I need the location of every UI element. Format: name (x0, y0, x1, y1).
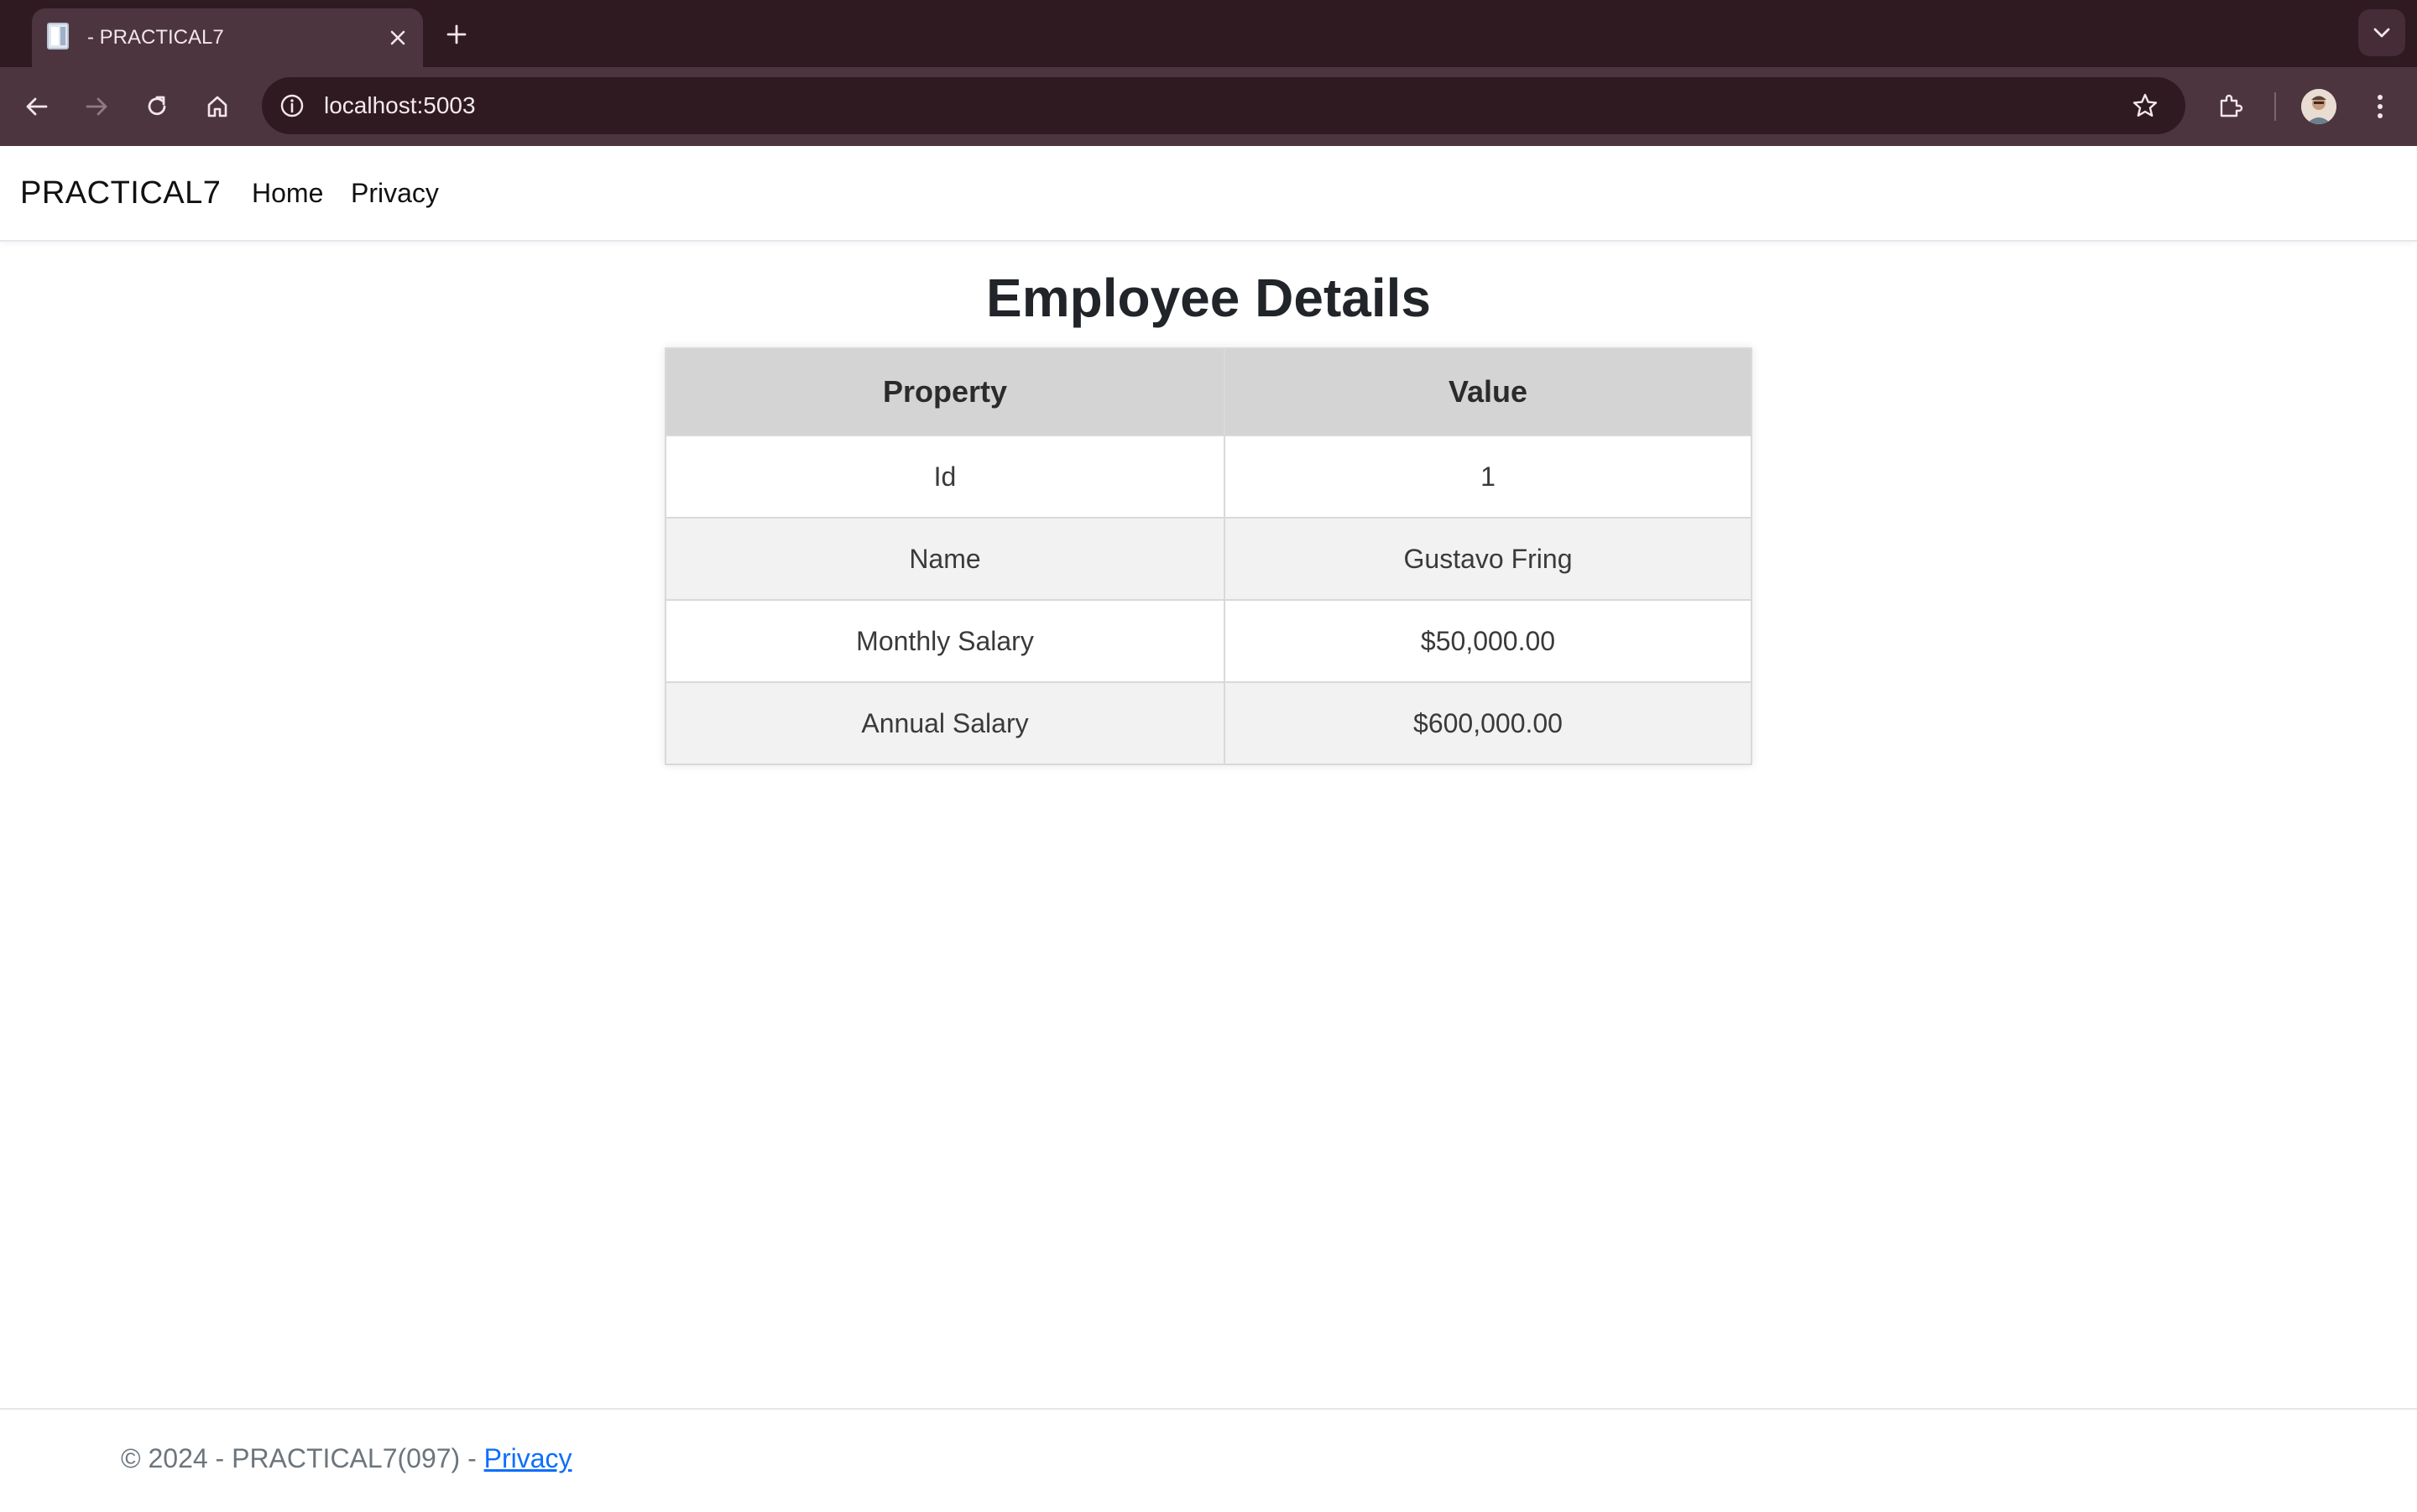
property-cell: Name (665, 517, 1225, 601)
address-bar[interactable]: localhost:5003 (262, 77, 2185, 134)
browser-tab[interactable]: - PRACTICAL7 (32, 8, 423, 67)
site-footer: © 2024 - PRACTICAL7(097) - Privacy (0, 1408, 2417, 1512)
table-row: Monthly Salary $50,000.00 (665, 599, 1752, 683)
tab-title: - PRACTICAL7 (87, 26, 224, 49)
page-title: Employee Details (986, 268, 1431, 328)
table-row: Id 1 (665, 435, 1752, 519)
new-tab-icon[interactable] (440, 18, 473, 51)
value-cell: $50,000.00 (1224, 599, 1752, 683)
footer-text-block: © 2024 - PRACTICAL7(097) - Privacy (121, 1443, 572, 1474)
tab-search-chevron-icon[interactable] (2358, 9, 2405, 56)
value-cell: $600,000.00 (1224, 681, 1752, 765)
employee-details-table: Property Value Id 1 Name Gustavo Fring M… (665, 347, 1752, 765)
forward-arrow-icon[interactable] (77, 87, 116, 126)
close-tab-icon[interactable] (383, 23, 413, 53)
extensions-icon[interactable] (2211, 87, 2249, 126)
reload-icon[interactable] (138, 87, 176, 126)
nav-link-home[interactable]: Home (252, 146, 323, 240)
copyright-text: © 2024 - PRACTICAL7(097) - (121, 1443, 484, 1473)
kebab-menu-icon[interactable] (2361, 87, 2399, 126)
browser-toolbar: localhost:5003 (0, 67, 2417, 146)
nav-link-privacy[interactable]: Privacy (351, 146, 439, 240)
property-cell: Id (665, 435, 1225, 519)
column-header-value: Value (1224, 347, 1752, 436)
site-navbar: PRACTICAL7 Home Privacy (0, 146, 2417, 242)
property-cell: Annual Salary (665, 681, 1225, 765)
back-arrow-icon[interactable] (18, 87, 56, 126)
footer-privacy-link[interactable]: Privacy (484, 1443, 572, 1473)
page-favicon-icon (47, 23, 72, 51)
info-icon[interactable] (275, 89, 309, 123)
home-icon[interactable] (198, 87, 237, 126)
star-icon[interactable] (2128, 89, 2162, 123)
value-cell: Gustavo Fring (1224, 517, 1752, 601)
table-row: Annual Salary $600,000.00 (665, 681, 1752, 765)
browser-tab-strip: - PRACTICAL7 (0, 0, 2417, 67)
table-row: Name Gustavo Fring (665, 517, 1752, 601)
toolbar-divider (2274, 92, 2276, 121)
value-cell: 1 (1224, 435, 1752, 519)
column-header-property: Property (665, 347, 1225, 436)
profile-avatar[interactable] (2301, 89, 2336, 124)
brand-link[interactable]: PRACTICAL7 (20, 146, 221, 240)
table-header-row: Property Value (665, 347, 1752, 436)
url-text[interactable]: localhost:5003 (324, 77, 476, 134)
property-cell: Monthly Salary (665, 599, 1225, 683)
